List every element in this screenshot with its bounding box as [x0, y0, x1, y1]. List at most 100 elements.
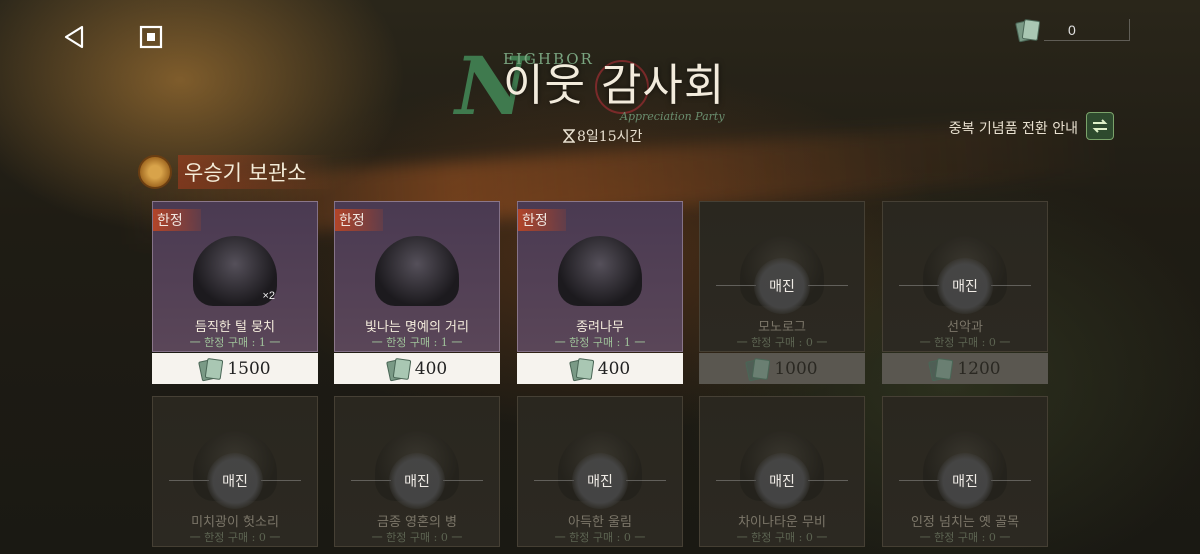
shop-item-card[interactable]: 매진 금종 영혼의 병 一 한정 구매 : 0 一 [334, 396, 500, 554]
shop-item-card[interactable]: 매진 아득한 울림 一 한정 구매 : 0 一 [517, 396, 683, 554]
divider [351, 480, 391, 481]
price-button[interactable]: 1500 [152, 353, 318, 384]
shop-item-card[interactable]: 매진 인정 넘치는 옛 골목 一 한정 구매 : 0 一 [882, 396, 1048, 554]
shop-item-card[interactable]: 매진 선악과 一 한정 구매 : 0 一 1200 [882, 201, 1048, 384]
shop-item-card[interactable]: 한정 종려나무 一 한정 구매 : 1 一 400 [517, 201, 683, 384]
divider [169, 480, 209, 481]
price-value: 1200 [957, 358, 1001, 379]
soldout-label: 매진 [207, 453, 263, 509]
card-body: 매진 아득한 울림 一 한정 구매 : 0 一 [517, 396, 683, 547]
currency-display: 0 [1016, 16, 1142, 44]
shop-item-card[interactable]: 매진 미치광이 헛소리 一 한정 구매 : 0 一 [152, 396, 318, 554]
price-value: 400 [414, 358, 448, 379]
home-button[interactable] [136, 22, 166, 52]
card-body: 매진 금종 영혼의 병 一 한정 구매 : 0 一 [334, 396, 500, 547]
item-name: 선악과 [947, 320, 983, 335]
soldout-label: 매진 [937, 453, 993, 509]
divider [626, 480, 666, 481]
ticket-icon [199, 359, 221, 379]
quantity-multiplier: ×2 [262, 290, 275, 302]
divider [991, 480, 1031, 481]
duplicate-guide-button[interactable] [1086, 112, 1114, 140]
purchase-limit: 一 한정 구매 : 1 一 [371, 336, 463, 349]
divider [261, 480, 301, 481]
soldout-label: 매진 [754, 258, 810, 314]
timer-text: 8일15시간 [577, 129, 643, 145]
card-body: 매진 미치광이 헛소리 一 한정 구매 : 0 一 [152, 396, 318, 547]
price-value: 400 [597, 358, 631, 379]
shop-item-card[interactable]: 한정 빛나는 명예의 거리 一 한정 구매 : 1 一 400 [334, 201, 500, 384]
price-button: 1000 [699, 353, 865, 384]
item-name: 종려나무 [576, 320, 624, 335]
item-image [375, 236, 459, 306]
purchase-limit: 一 한정 구매 : 1 一 [554, 336, 646, 349]
ticket-icon [570, 359, 592, 379]
purchase-limit: 一 한정 구매 : 0 一 [736, 531, 828, 544]
limited-tag: 한정 [335, 209, 383, 231]
card-body: 매진 모노로그 一 한정 구매 : 0 一 [699, 201, 865, 352]
item-name: 차이나타운 무비 [738, 515, 826, 530]
back-button[interactable] [60, 22, 90, 52]
card-body: 매진 인정 넘치는 옛 골목 一 한정 구매 : 0 一 [882, 396, 1048, 547]
purchase-limit: 一 한정 구매 : 0 一 [554, 531, 646, 544]
price-button[interactable]: 400 [517, 353, 683, 384]
hourglass-icon [563, 129, 575, 143]
divider [991, 285, 1031, 286]
square-icon [139, 25, 163, 49]
purchase-limit: 一 한정 구매 : 0 一 [189, 531, 281, 544]
swap-arrows-icon [1092, 119, 1108, 133]
ticket-icon [1016, 20, 1038, 40]
ticket-icon [746, 359, 768, 379]
price-value: 1500 [227, 358, 271, 379]
item-name: 듬직한 털 뭉치 [194, 320, 276, 335]
soldout-label: 매진 [572, 453, 628, 509]
price-value: 1000 [774, 358, 818, 379]
shop-item-card[interactable]: 매진 모노로그 一 한정 구매 : 0 一 1000 [699, 201, 865, 384]
purchase-limit: 一 한정 구매 : 0 一 [919, 336, 1011, 349]
limited-tag: 한정 [153, 209, 201, 231]
purchase-limit: 一 한정 구매 : 0 一 [919, 531, 1011, 544]
item-image [558, 236, 642, 306]
divider [808, 480, 848, 481]
item-name: 빛나는 명예의 거리 [365, 320, 469, 335]
event-timer: 8일15시간 [563, 126, 642, 146]
event-subtitle: Appreciation Party [620, 110, 725, 123]
duplicate-guide-link[interactable]: 중복 기념품 전환 안내 [949, 118, 1078, 138]
divider [443, 480, 483, 481]
shop-item-card[interactable]: 한정 ×2 듬직한 털 뭉치 一 한정 구매 : 1 一 1500 [152, 201, 318, 384]
item-name: 인정 넘치는 옛 골목 [910, 515, 1020, 530]
divider [808, 285, 848, 286]
ticket-icon [387, 359, 409, 379]
shop-item-card[interactable]: 매진 차이나타운 무비 一 한정 구매 : 0 一 [699, 396, 865, 554]
divider [716, 285, 756, 286]
soldout-label: 매진 [754, 453, 810, 509]
item-name: 미치광이 헛소리 [191, 515, 279, 530]
card-body: 한정 ×2 듬직한 털 뭉치 一 한정 구매 : 1 一 [152, 201, 318, 352]
card-body: 매진 차이나타운 무비 一 한정 구매 : 0 一 [699, 396, 865, 547]
divider [716, 480, 756, 481]
section-header: 우승기 보관소 [138, 152, 333, 192]
card-body: 매진 선악과 一 한정 구매 : 0 一 [882, 201, 1048, 352]
purchase-limit: 一 한정 구매 : 0 一 [371, 531, 463, 544]
divider [899, 285, 939, 286]
item-name: 모노로그 [758, 320, 806, 335]
film-reel-icon [138, 155, 172, 189]
event-title: 이웃 감사회 [503, 60, 726, 111]
currency-amount: 0 [1044, 19, 1130, 41]
soldout-label: 매진 [389, 453, 445, 509]
soldout-label: 매진 [937, 258, 993, 314]
item-name: 아득한 울림 [568, 515, 632, 530]
card-body: 한정 종려나무 一 한정 구매 : 1 一 [517, 201, 683, 352]
card-body: 한정 빛나는 명예의 거리 一 한정 구매 : 1 一 [334, 201, 500, 352]
purchase-limit: 一 한정 구매 : 0 一 [736, 336, 828, 349]
back-triangle-icon [64, 25, 84, 49]
price-button[interactable]: 400 [334, 353, 500, 384]
divider [899, 480, 939, 481]
purchase-limit: 一 한정 구매 : 1 一 [189, 336, 281, 349]
section-title: 우승기 보관소 [178, 155, 333, 189]
limited-tag: 한정 [518, 209, 566, 231]
divider [534, 480, 574, 481]
price-button: 1200 [882, 353, 1048, 384]
ticket-icon [929, 359, 951, 379]
item-name: 금종 영혼의 병 [376, 515, 458, 530]
